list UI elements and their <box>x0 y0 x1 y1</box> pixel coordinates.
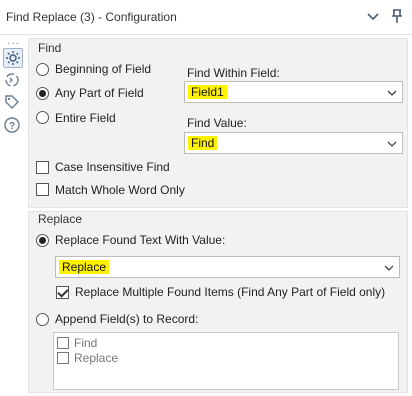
radio-label-append-fields: Append Field(s) to Record: <box>55 312 199 326</box>
replace-multiple-checkbox[interactable] <box>56 286 69 299</box>
find-value-select[interactable]: Find <box>184 132 403 154</box>
radio-append-fields[interactable] <box>36 313 49 326</box>
radio-label-any-part-of-field: Any Part of Field <box>55 86 144 100</box>
radio-beginning-of-field[interactable] <box>36 63 49 76</box>
gear-icon[interactable] <box>3 48 23 68</box>
find-within-field-select[interactable]: Field1 <box>184 81 403 103</box>
append-field-checkbox-replace[interactable] <box>57 352 69 364</box>
whole-word-checkbox[interactable] <box>36 183 49 196</box>
config-sidebar: ··· ? <box>0 35 26 396</box>
tag-icon[interactable] <box>3 93 23 113</box>
append-field-label-find: Find <box>74 336 98 350</box>
chevron-down-icon[interactable] <box>363 6 383 26</box>
replace-multiple-label: Replace Multiple Found Items (Find Any P… <box>75 285 386 299</box>
replace-section: Replace Replace Found Text With Value: R… <box>28 211 408 393</box>
radio-any-part-of-field[interactable] <box>36 87 49 100</box>
help-icon[interactable]: ? <box>3 116 23 136</box>
radio-replace-found-text[interactable] <box>36 234 49 247</box>
append-fields-list[interactable]: Find Replace <box>53 332 399 390</box>
window-title: Find Replace (3) - Configuration <box>6 10 177 24</box>
append-field-checkbox-find[interactable] <box>57 337 69 349</box>
find-section-title: Find <box>38 41 62 55</box>
chevron-down-icon <box>387 138 397 148</box>
replace-section-title: Replace <box>38 212 83 226</box>
pin-icon[interactable] <box>387 6 407 26</box>
chevron-down-icon <box>387 87 397 97</box>
refresh-cycle-icon[interactable] <box>3 71 23 91</box>
find-within-field-label: Find Within Field: <box>187 66 280 80</box>
case-insensitive-label: Case Insensitive Find <box>55 160 170 174</box>
radio-entire-field[interactable] <box>36 111 49 124</box>
radio-label-entire-field: Entire Field <box>55 111 116 125</box>
radio-label-beginning-of-field: Beginning of Field <box>55 62 152 76</box>
find-value-label: Find Value: <box>187 116 247 130</box>
case-insensitive-checkbox[interactable] <box>36 161 49 174</box>
whole-word-label: Match Whole Word Only <box>55 183 185 197</box>
append-field-label-replace: Replace <box>74 351 119 365</box>
replace-value-value: Replace <box>59 260 110 274</box>
chevron-down-icon <box>384 262 394 272</box>
replace-value-select[interactable]: Replace <box>55 256 400 278</box>
find-within-field-value: Field1 <box>188 85 227 99</box>
find-section: Find Beginning of Field Any Part of Fiel… <box>28 38 408 208</box>
find-value-value: Find <box>188 136 218 150</box>
svg-text:?: ? <box>9 121 15 132</box>
radio-label-replace-found-text: Replace Found Text With Value: <box>55 233 226 247</box>
title-bar: Find Replace (3) - Configuration <box>0 0 412 35</box>
